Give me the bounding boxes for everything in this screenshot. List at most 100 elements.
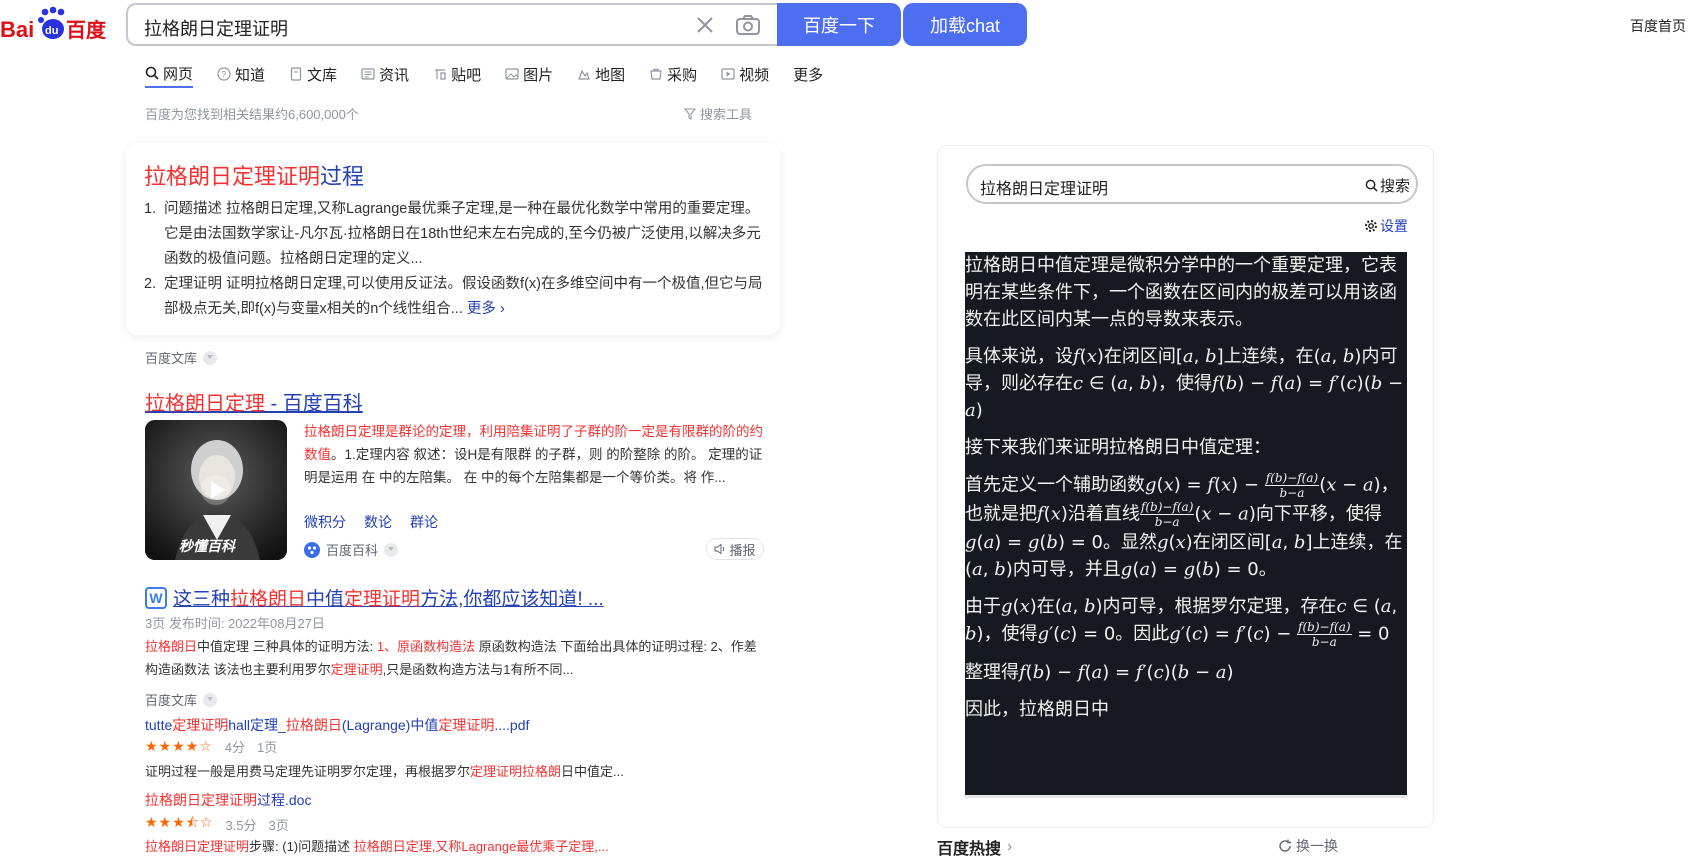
tab-images[interactable]: 图片	[505, 60, 553, 88]
tab-label: 网页	[163, 65, 194, 83]
tab-more[interactable]: 更多	[793, 60, 823, 88]
gear-icon	[1365, 220, 1377, 232]
refresh-button[interactable]: 换一换	[1278, 836, 1338, 856]
refresh-label: 换一换	[1296, 838, 1338, 854]
list-item: 2. 定理证明 证明拉格朗日定理,可以使用反证法。假设函数f(x)在多维空间中有一…	[144, 272, 768, 322]
dropdown-icon[interactable]	[384, 542, 399, 557]
baidu-logo[interactable]: Bai du 百度	[0, 4, 112, 44]
search-input[interactable]: 拉格朗日定理证明	[126, 3, 778, 46]
video-thumbnail[interactable]: 秒懂百科	[145, 420, 287, 560]
video-icon	[721, 68, 735, 80]
play-label: 播报	[729, 542, 756, 558]
camera-icon[interactable]	[735, 13, 761, 37]
doc-link[interactable]: 拉格朗日定理证明过程.doc	[145, 790, 311, 810]
svg-text:秒懂百科: 秒懂百科	[179, 538, 237, 555]
tab-label: 更多	[793, 66, 824, 84]
tab-zhidao[interactable]: ? 知道	[217, 60, 265, 88]
document-icon	[290, 67, 302, 81]
clear-icon[interactable]	[693, 13, 717, 37]
doc-score: 3.5分	[225, 817, 257, 833]
tab-video[interactable]: 视频	[721, 60, 769, 88]
answer-paragraph: 首先定义一个辅助函数g(x) = f(x) − f(b)−f(a) b−a (x −…	[965, 471, 1403, 580]
doc-snippet: 证明过程一般是用费马定理先证明罗尔定理，再根据罗尔定理证明拉格朗日中值定...	[145, 764, 624, 779]
question-icon: ?	[217, 67, 231, 81]
tag-link[interactable]: 微积分	[304, 512, 346, 532]
search-button[interactable]: 百度一下	[777, 3, 901, 46]
answer-paragraph: 拉格朗日中值定理是微积分学中的一个重要定理，它表明在某些条件下，一个函数在区间内…	[965, 255, 1397, 330]
tag-link[interactable]: 群论	[410, 512, 438, 532]
baidu-home-link[interactable]: 百度首页	[1630, 16, 1686, 36]
settings-label: 设置	[1380, 218, 1408, 234]
tab-wenku[interactable]: 文库	[289, 60, 337, 88]
tab-map[interactable]: 地图	[577, 60, 625, 88]
result-title[interactable]: 拉格朗日定理证明过程	[144, 159, 364, 191]
title-highlight: 拉格朗日定理	[145, 393, 265, 415]
doc-link[interactable]: tutte定理证明hall定理_拉格朗日(Lagrange)中值定理证明....…	[145, 715, 529, 735]
logo-bai-text: Bai	[0, 17, 34, 42]
cart-icon	[650, 68, 662, 80]
tag-link[interactable]: 数论	[364, 512, 392, 532]
more-link[interactable]: 更多 ›	[467, 301, 505, 317]
tab-label: 资讯	[379, 66, 410, 84]
result-snippet: 拉格朗日中值定理 三种具体的证明方法: 1、原函数构造法 原函数构造法 下面给出…	[145, 639, 757, 677]
result-card-featured: 拉格朗日定理证明过程 1. 问题描述 拉格朗日定理,又称Lagrange最优乘子定…	[126, 143, 780, 335]
result-title[interactable]: 拉格朗日定理 - 百度百科	[145, 387, 363, 416]
star-rating: ★★★★☆	[145, 738, 213, 754]
tab-label: 知道	[235, 66, 266, 84]
tab-purchase[interactable]: 采购	[649, 60, 697, 88]
chat-answer-box: 拉格朗日中值定理是微积分学中的一个重要定理，它表明在某些条件下，一个函数在区间内…	[965, 252, 1407, 798]
panel-search-button[interactable]: 搜索	[1365, 175, 1410, 196]
word-doc-icon: W	[145, 586, 167, 609]
result-source[interactable]: 百度百科	[304, 540, 399, 559]
tab-label: 地图	[595, 66, 626, 84]
title-rest: 过程	[320, 164, 365, 189]
load-chat-button[interactable]: 加载chat	[903, 3, 1027, 46]
map-icon	[578, 69, 590, 80]
related-tags: 微积分 数论 群论	[304, 512, 438, 532]
answer-paragraph: 由于g(x)在(a, b)内可导，根据罗尔定理，存在c ∈ (a, b)，使得g…	[965, 596, 1398, 649]
answer-paragraph: 具体来说，设f(x)在闭区间[a, b]上连续，在(a, b)内可导，则必存在c…	[965, 346, 1404, 421]
item-number: 2.	[144, 276, 157, 292]
snippet-text: 。1.定理内容 叙述：设H是有限群 的子群，则 的阶整除 的阶。 定理的证明是运…	[304, 447, 763, 485]
tts-play-button[interactable]: 播报	[706, 538, 764, 560]
doc-score: 4分	[224, 740, 245, 755]
answer-paragraph: 因此，拉格朗日中	[965, 699, 1109, 720]
tab-label: 贴吧	[451, 66, 482, 84]
panel-query[interactable]: 拉格朗日定理证明	[980, 175, 1108, 199]
source-name: 百度文库	[145, 351, 198, 366]
settings-link[interactable]: 设置	[1364, 216, 1408, 236]
portrait-image: 秒懂百科	[145, 420, 287, 560]
dropdown-icon[interactable]	[203, 350, 218, 365]
news-icon	[361, 68, 375, 80]
refresh-icon	[1279, 839, 1291, 852]
search-tabs: 网页 ? 知道 文库 资讯 贴吧 图片 地图 采购 视频 更多	[145, 60, 847, 92]
tab-web[interactable]: 网页	[145, 60, 194, 88]
tab-news[interactable]: 资讯	[361, 60, 409, 88]
filter-icon	[684, 107, 696, 120]
result-source[interactable]: 百度文库	[145, 348, 218, 367]
search-tools-button[interactable]: 搜索工具	[684, 104, 752, 123]
speaker-icon	[714, 543, 725, 555]
panel-search-label: 搜索	[1379, 178, 1410, 195]
tab-label: 采购	[667, 66, 698, 84]
result-meta: 3页 发布时间: 2022年08月27日	[145, 616, 325, 631]
hot-search-title[interactable]: 百度热搜 ›	[937, 835, 1012, 859]
item-text: 问题描述 拉格朗日定理,又称Lagrange最优乘子定理,是一种在最优化数学中常…	[164, 201, 761, 267]
tab-label: 文库	[307, 66, 338, 84]
tieba-icon	[435, 69, 446, 80]
dropdown-icon[interactable]	[203, 692, 218, 707]
svg-text:?: ?	[221, 70, 226, 80]
tab-tieba[interactable]: 贴吧	[433, 60, 481, 88]
answer-paragraph: 整理得f(b) − f(a) = f′(c)(b − a)	[965, 662, 1234, 683]
doc-pages: 3页	[268, 817, 289, 833]
search-icon	[145, 66, 159, 80]
result-snippet: 拉格朗日定理是群论的定理，利用陪集证明了子群的阶一定是有限群的阶的约数值。1.定…	[304, 420, 764, 489]
panel-search-input[interactable]: 拉格朗日定理证明 搜索	[966, 164, 1418, 204]
answer-paragraph: 接下来我们来证明拉格朗日中值定理：	[965, 437, 1271, 458]
search-query[interactable]: 拉格朗日定理证明	[144, 15, 288, 41]
doc-snippet: 拉格朗日定理证明步骤: (1)问题描述 拉格朗日定理,又称Lagrange最优乘…	[145, 839, 609, 854]
result-source[interactable]: 百度文库	[145, 690, 218, 709]
title-rest: - 百度百科	[265, 393, 363, 415]
paw-icon: du	[38, 6, 65, 39]
result-title[interactable]: W 这三种拉格朗日中值定理证明方法,你都应该知道! ...	[145, 584, 604, 611]
